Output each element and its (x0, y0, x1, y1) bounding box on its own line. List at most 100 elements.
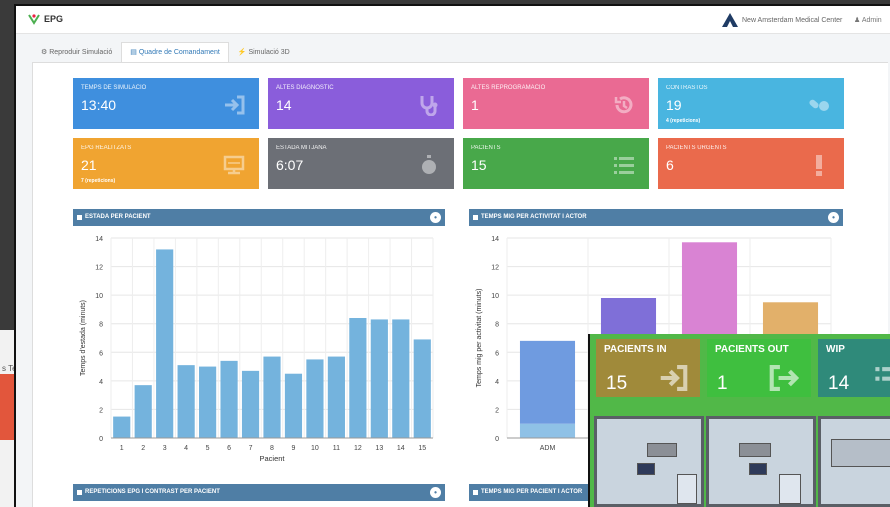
x-tick-label: 9 (292, 445, 296, 452)
stat-value: 21 (81, 157, 97, 173)
bar (199, 366, 217, 438)
stopwatch-icon (422, 155, 436, 174)
tab-label: Reproduir Simulació (49, 49, 113, 56)
brand[interactable]: EPG (28, 13, 63, 25)
y-tick-label: 4 (495, 379, 499, 386)
y-tick-label: 0 (99, 436, 103, 443)
x-tick-label: 10 (311, 445, 319, 452)
bar (306, 359, 324, 438)
panel-title: ESTADA PER PACIENT (85, 214, 151, 220)
game-box-value: 1 (717, 373, 728, 394)
background-red-block (0, 374, 14, 440)
y-tick-label: 12 (491, 265, 499, 272)
stat-sub: 7 (repeticions) (81, 178, 116, 184)
bar (392, 319, 410, 438)
center-logo-icon (722, 13, 738, 27)
stat-label: CONTRASTOS (666, 85, 708, 91)
tab-label: Simulació 3D (248, 49, 290, 56)
y-tick-label: 8 (99, 322, 103, 329)
chart-estada-per-pacient: 024681012141 2 3 4 5 6 7 8 9 10 11 12 13 14 15PacientT… (80, 236, 434, 463)
bar (263, 356, 281, 438)
bar (177, 365, 195, 438)
y-tick-label: 10 (491, 293, 499, 300)
stat-value: 13:40 (81, 97, 117, 113)
y-tick-label: 6 (495, 350, 499, 357)
game-box-pacients-out: PACIENTS OUT 1 (707, 339, 811, 397)
game-box-wip: WIP 14 (818, 339, 890, 397)
x-tick-label: 2 (141, 445, 145, 452)
x-tick-label: 7 (249, 445, 253, 452)
stat-box-pacients-urgents: PACIENTS URGENTS 6 (658, 138, 844, 189)
stat-label: ALTES DIAGNÒSTIC (276, 85, 334, 91)
download-button[interactable]: • (828, 212, 839, 223)
brand-name: EPG (44, 14, 64, 24)
list-icon (614, 157, 634, 174)
download-button[interactable]: • (430, 212, 441, 223)
x-tick-label: 8 (270, 445, 274, 452)
panel-header-repeticions: REPETICIONS EPG I CONTRAST PER PACIENT • (73, 484, 445, 501)
chart-icon: ▤ (130, 49, 137, 56)
bed (779, 474, 801, 504)
simulation-3d-window[interactable]: PACIENTS IN 15 PACIENTS OUT 1 WIP 14 (588, 334, 890, 507)
stat-label: TEMPS DE SIMULACIÓ (81, 85, 147, 91)
y-tick-label: 4 (99, 379, 103, 386)
stat-value: 19 (666, 97, 682, 113)
x-tick-label: 15 (418, 445, 426, 452)
tab-simulacio-3d[interactable]: ⚡ Simulació 3D (229, 42, 299, 62)
y-tick-label: 14 (95, 236, 103, 243)
stat-box-altes-reprogramacio: ALTES REPROGRAMACIÓ 1 (463, 78, 649, 129)
sign-in-icon (225, 95, 245, 115)
game-box-label: PACIENTS OUT (715, 344, 789, 355)
user-menu[interactable]: ♟ Admin (854, 16, 882, 24)
bar (134, 385, 152, 438)
stat-label: EPG REALITZATS (81, 145, 132, 151)
y-tick-label: 8 (495, 322, 499, 329)
x-tick-label: 11 (333, 445, 340, 452)
bar (519, 423, 576, 438)
bar (413, 339, 431, 438)
stethoscope-icon (420, 96, 438, 116)
y-tick-label: 6 (99, 350, 103, 357)
desk (739, 443, 771, 457)
stat-label: ALTES REPROGRAMACIÓ (471, 85, 546, 91)
y-tick-label: 2 (99, 407, 103, 414)
sign-in-icon (660, 365, 688, 391)
x-tick-label: ADM (540, 445, 556, 452)
user-name: Admin (861, 17, 882, 24)
history-icon (614, 96, 633, 114)
chair (637, 463, 655, 475)
panel-title: TEMPS MIG PER PACIENT I ACTOR (481, 489, 583, 495)
tab-reproduir-simulacio[interactable]: ⚙ Reproduir Simulació (32, 42, 121, 62)
chair (749, 463, 767, 475)
tab-quadre-de-comandament[interactable]: ▤ Quadre de Comandament (121, 42, 229, 62)
panel-title: REPETICIONS EPG I CONTRAST PER PACIENT (85, 489, 220, 495)
bar (370, 319, 388, 438)
top-navbar: EPG New Amsterdam Medical Center ♟ Admin (16, 6, 890, 34)
bar (113, 416, 131, 438)
y-tick-label: 0 (495, 436, 499, 443)
panel-title: TEMPS MIG PER ACTIVITAT I ACTOR (481, 214, 587, 220)
y-tick-label: 12 (95, 265, 103, 272)
panel-header-estada: ESTADA PER PACIENT • (73, 209, 445, 226)
stat-value: 1 (471, 97, 479, 113)
list-icon (875, 367, 890, 381)
desk (647, 443, 677, 457)
room-2 (706, 416, 816, 507)
game-box-pacients-in: PACIENTS IN 15 (596, 339, 700, 397)
bar (284, 373, 303, 438)
x-tick-label: 4 (184, 445, 188, 452)
logo-icon (28, 14, 40, 25)
stat-value: 14 (276, 97, 292, 113)
stat-value: 6 (666, 157, 674, 173)
stat-box-pacients: PACIENTS 15 (463, 138, 649, 189)
game-box-label: PACIENTS IN (604, 344, 667, 355)
monitor-icon (223, 155, 245, 175)
stat-label: PACIENTS URGENTS (666, 145, 727, 151)
tab-label: Quadre de Comandament (138, 49, 220, 56)
center-selector[interactable]: New Amsterdam Medical Center (722, 13, 842, 27)
download-button[interactable]: • (430, 487, 441, 498)
panel-header-temps-activitat: TEMPS MIG PER ACTIVITAT I ACTOR • (469, 209, 843, 226)
panel-icon (473, 215, 478, 220)
x-tick-label: 6 (227, 445, 231, 452)
room-1 (594, 416, 704, 507)
